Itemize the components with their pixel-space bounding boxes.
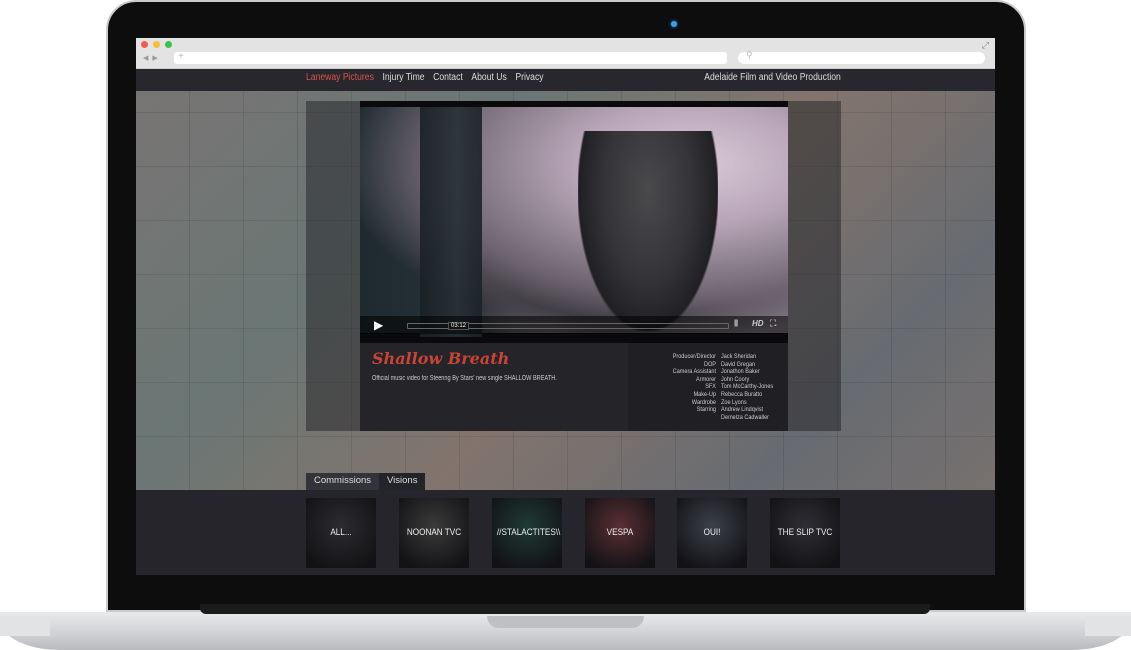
thumbnail-vespa[interactable]: VESPA (585, 498, 655, 568)
video-info-panel: Shallow Breath Official music video for … (360, 343, 788, 431)
webcam-icon (671, 21, 677, 27)
close-window-icon[interactable] (141, 41, 148, 48)
video-controls: ▶ 03:12 |||| HD ⛶ (360, 316, 788, 334)
minimize-window-icon[interactable] (153, 41, 160, 48)
video-tree-trunk (420, 107, 482, 337)
thumbnail-label: ALL... (330, 527, 352, 538)
credit-role: Wardrobe (691, 398, 716, 406)
laptop-base-left-edge (0, 616, 50, 636)
category-tabs: Commissions Visions (306, 473, 426, 490)
thumbnail-label: VESPA (606, 527, 634, 538)
credit-name: Zoe Lyons (721, 398, 747, 406)
credit-role: Armorer (696, 375, 716, 383)
play-icon[interactable]: ▶ (374, 318, 394, 332)
nav-item-contact[interactable]: Contact (433, 72, 463, 83)
laptop-base-right-edge (1085, 616, 1131, 636)
credit-roles: Producer/Director DOP Camera Assistant A… (632, 353, 716, 414)
nav-item-about-us[interactable]: About Us (471, 72, 506, 83)
video-description: Official music video for Steering By Sta… (372, 375, 557, 382)
credit-name: Tom McCarthy-Jones (721, 383, 774, 391)
video-player[interactable]: ▶ 03:12 |||| HD ⛶ (360, 101, 788, 343)
back-forward-arrows-icon[interactable]: ◀▶ (143, 54, 162, 62)
credit-role: Camera Assistant (672, 368, 716, 376)
nav-item-injury-time[interactable]: Injury Time (382, 72, 424, 83)
credit-name: Jonathon Baker (721, 368, 760, 376)
credit-name: Rebecca Buratto (721, 390, 763, 398)
nav-item-privacy[interactable]: Privacy (515, 72, 543, 83)
thumbnail-label: NOONAN TVC (406, 527, 462, 538)
browser-search-input[interactable]: ⚲ (738, 50, 985, 64)
thumbnail-the-slip-tvc[interactable]: THE SLIP TVC (770, 498, 840, 568)
search-icon: ⚲ (746, 50, 753, 60)
site-header: Laneway Pictures Injury Time Contact Abo… (136, 69, 995, 91)
hd-quality-icon[interactable]: HD (752, 319, 764, 328)
thumbnail-strip: ALL... NOONAN TVC //STALACTITES\\ VESPA … (136, 490, 995, 575)
thumbnail-label: THE SLIP TVC (777, 527, 833, 538)
credit-name: Jack Sheridan (721, 353, 757, 360)
zoom-window-icon[interactable] (165, 41, 172, 48)
credit-role: DOP (704, 360, 716, 368)
video-progress-bar[interactable]: 03:12 (407, 322, 729, 330)
credit-name: David Gregan (721, 360, 756, 368)
browser-chrome: ⤢ ◀▶ + ⚲ (136, 38, 995, 69)
thumbnail-stalactites[interactable]: //STALACTITES\\ (492, 498, 562, 568)
new-tab-plus-icon[interactable]: + (178, 51, 184, 62)
tab-commissions[interactable]: Commissions (306, 473, 380, 490)
laptop-lid-notch (487, 616, 644, 628)
credit-role: Producer/Director (672, 353, 716, 360)
fullscreen-icon[interactable]: ⛶ (770, 318, 776, 329)
credit-role: Starring (696, 406, 716, 414)
video-gasmask-figure (578, 131, 718, 331)
thumbnail-label: OUI! (703, 527, 721, 538)
credit-role: SFX (705, 383, 716, 391)
laptop-hinge (200, 604, 930, 614)
credit-role: Make-Up (693, 390, 716, 398)
credit-name: Andrew Lindqvist (721, 406, 764, 414)
browser-window: ⤢ ◀▶ + ⚲ Laneway Pictures Injury Time Co… (136, 38, 995, 575)
nav-item-laneway-pictures[interactable]: Laneway Pictures (306, 72, 374, 83)
site-tagline: Adelaide Film and Video Production (704, 72, 841, 83)
thumbnail-label: //STALACTITES\\ (496, 527, 561, 538)
video-still (360, 107, 788, 337)
credit-name: John Coory (721, 375, 750, 383)
credit-names: Jack Sheridan David Gregan Jonathon Bake… (721, 353, 791, 421)
credit-name: Demelza Cadwaller (721, 413, 769, 421)
site-nav: Laneway Pictures Injury Time Contact Abo… (306, 72, 544, 83)
tab-visions[interactable]: Visions (379, 473, 426, 490)
address-bar[interactable]: + (174, 51, 727, 64)
volume-icon[interactable]: |||| (734, 320, 738, 327)
video-title: Shallow Breath (372, 349, 510, 368)
video-timecode: 03:12 (448, 322, 470, 330)
thumbnail-noonan-tvc[interactable]: NOONAN TVC (399, 498, 469, 568)
thumbnail-all[interactable]: ALL... (306, 498, 376, 568)
thumbnail-oui[interactable]: OUI! (677, 498, 747, 568)
fullscreen-toggle-icon[interactable]: ⤢ (982, 40, 989, 51)
credits-panel: Producer/Director DOP Camera Assistant A… (628, 343, 788, 431)
